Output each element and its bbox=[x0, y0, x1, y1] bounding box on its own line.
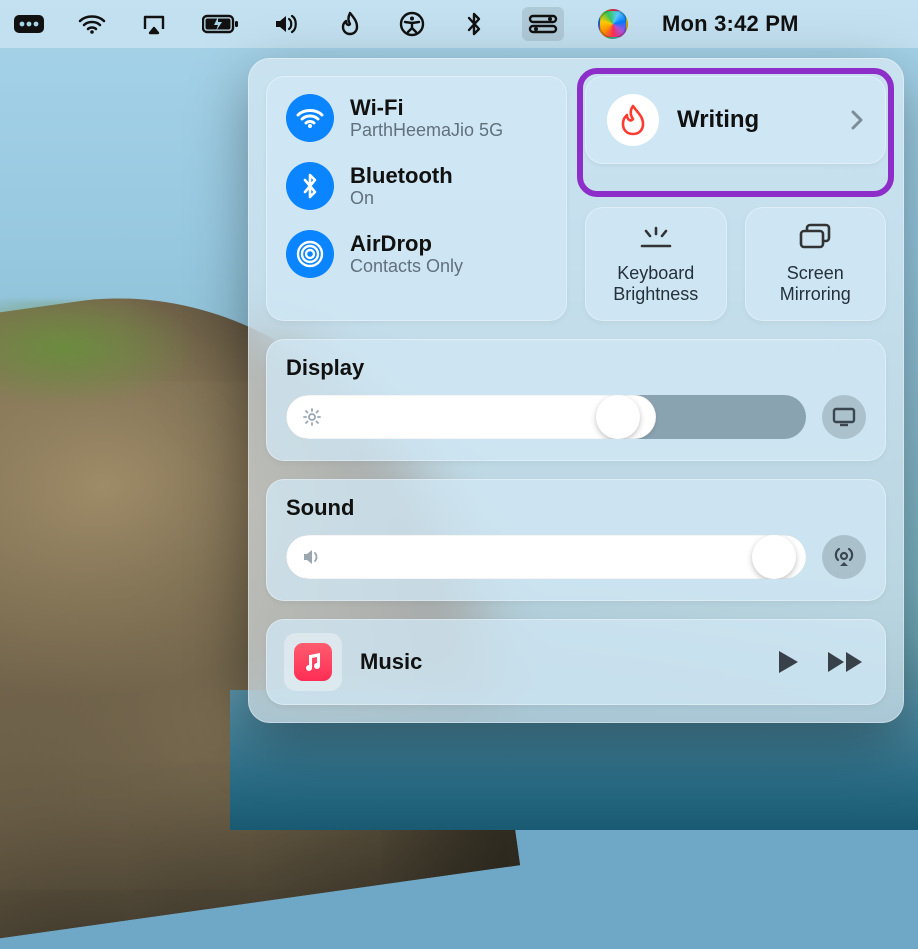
accessibility-icon[interactable] bbox=[398, 7, 426, 41]
airdrop-row[interactable]: AirDrop Contacts Only bbox=[286, 230, 547, 278]
mini-cards-row: Keyboard Brightness Screen Mirroring bbox=[585, 207, 886, 320]
volume-icon[interactable] bbox=[274, 7, 302, 41]
menubar: Mon 3:42 PM bbox=[0, 0, 918, 48]
bluetooth-row[interactable]: Bluetooth On bbox=[286, 162, 547, 210]
wifi-row[interactable]: Wi-Fi ParthHeemaJio 5G bbox=[286, 94, 547, 142]
screen-mirroring-icon bbox=[797, 221, 833, 253]
next-button[interactable] bbox=[822, 646, 868, 678]
airdrop-sub: Contacts Only bbox=[350, 256, 463, 277]
wallpaper-grass bbox=[0, 300, 220, 420]
bluetooth-toggle-icon[interactable] bbox=[286, 162, 334, 210]
display-settings-button[interactable] bbox=[822, 395, 866, 439]
bluetooth-menubar-icon[interactable] bbox=[460, 7, 488, 41]
bluetooth-title: Bluetooth bbox=[350, 163, 453, 188]
display-brightness-slider[interactable] bbox=[286, 395, 806, 439]
battery-icon[interactable] bbox=[202, 7, 240, 41]
wifi-icon[interactable] bbox=[78, 7, 106, 41]
bluetooth-sub: On bbox=[350, 188, 453, 209]
music-label: Music bbox=[360, 649, 754, 675]
sound-title: Sound bbox=[286, 495, 866, 521]
focus-fire-icon bbox=[607, 94, 659, 146]
chevron-right-icon bbox=[850, 109, 864, 131]
screen-mirroring-label: Screen Mirroring bbox=[755, 263, 877, 304]
focus-label: Writing bbox=[677, 106, 832, 134]
connectivity-card: Wi-Fi ParthHeemaJio 5G Bluetooth On AirD… bbox=[266, 76, 567, 321]
airplay-icon[interactable] bbox=[140, 7, 168, 41]
wifi-sub: ParthHeemaJio 5G bbox=[350, 120, 503, 141]
keyboard-brightness-label: Keyboard Brightness bbox=[595, 263, 717, 304]
sound-output-button[interactable] bbox=[822, 535, 866, 579]
menubar-app-icon[interactable] bbox=[14, 7, 44, 41]
control-center-icon[interactable] bbox=[522, 7, 564, 41]
music-app-tile[interactable] bbox=[284, 633, 342, 691]
music-app-icon bbox=[294, 643, 332, 681]
screen-mirroring-card[interactable]: Screen Mirroring bbox=[745, 207, 887, 320]
focus-card[interactable]: Writing bbox=[585, 76, 886, 164]
control-center-panel: Wi-Fi ParthHeemaJio 5G Bluetooth On AirD… bbox=[248, 58, 904, 723]
menubar-clock[interactable]: Mon 3:42 PM bbox=[662, 11, 799, 37]
play-icon bbox=[776, 649, 800, 675]
volume-low-icon bbox=[302, 548, 324, 566]
focus-menubar-icon[interactable] bbox=[336, 7, 364, 41]
brightness-low-icon bbox=[302, 407, 322, 427]
siri-icon[interactable] bbox=[598, 7, 628, 41]
keyboard-brightness-icon bbox=[636, 221, 676, 253]
sound-volume-slider[interactable] bbox=[286, 535, 806, 579]
fast-forward-icon bbox=[826, 650, 864, 674]
wifi-toggle-icon[interactable] bbox=[286, 94, 334, 142]
airplay-audio-icon bbox=[832, 546, 856, 568]
music-card: Music bbox=[266, 619, 886, 705]
play-button[interactable] bbox=[772, 645, 804, 679]
airdrop-title: AirDrop bbox=[350, 231, 463, 256]
display-card: Display bbox=[266, 339, 886, 461]
airdrop-toggle-icon[interactable] bbox=[286, 230, 334, 278]
keyboard-brightness-card[interactable]: Keyboard Brightness bbox=[585, 207, 727, 320]
monitor-icon bbox=[832, 407, 856, 427]
focus-highlight-wrap: Writing bbox=[585, 76, 886, 189]
sound-card: Sound bbox=[266, 479, 886, 601]
display-title: Display bbox=[286, 355, 866, 381]
wifi-title: Wi-Fi bbox=[350, 95, 503, 120]
right-top-group: Writing Keyboard Brightness Screen Mirro… bbox=[585, 76, 886, 321]
